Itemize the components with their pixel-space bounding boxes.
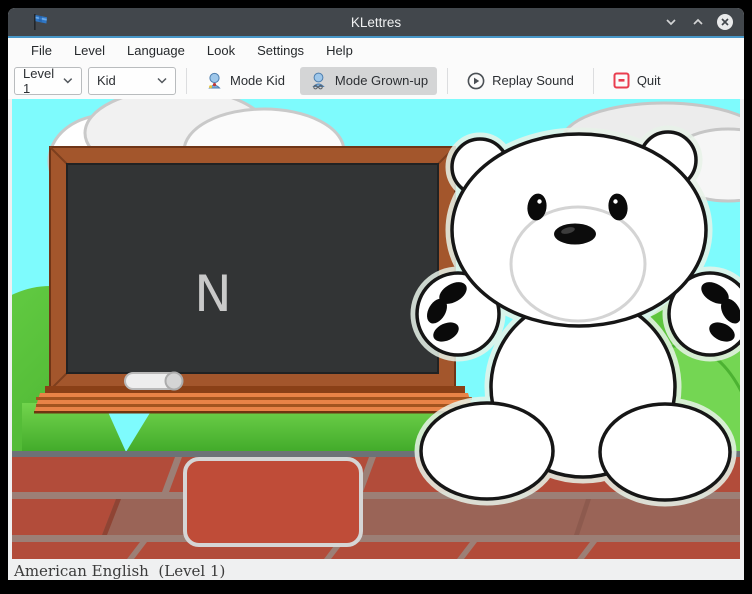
quit-icon bbox=[613, 72, 630, 89]
title-bar: KLettres bbox=[8, 8, 744, 36]
chalk-ledge bbox=[34, 393, 474, 413]
mode-grownup-button[interactable]: Mode Grown-up bbox=[300, 67, 437, 95]
bear-nose bbox=[554, 224, 596, 245]
toolbar-separator bbox=[447, 68, 448, 94]
status-bar: American English (Level 1) bbox=[8, 559, 744, 580]
menu-settings[interactable]: Settings bbox=[248, 41, 313, 60]
kid-icon bbox=[206, 72, 223, 90]
minimize-icon[interactable] bbox=[662, 13, 680, 31]
menu-level[interactable]: Level bbox=[65, 41, 114, 60]
level-combobox[interactable]: Level 1 bbox=[14, 67, 82, 95]
quit-button[interactable]: Quit bbox=[604, 67, 670, 94]
teddy-bear bbox=[417, 132, 740, 500]
menu-language[interactable]: Language bbox=[118, 41, 194, 60]
menu-file[interactable]: File bbox=[22, 41, 61, 60]
chevron-down-icon bbox=[157, 77, 167, 84]
menu-bar: File Level Language Look Settings Help bbox=[8, 38, 744, 62]
chalk bbox=[125, 373, 183, 390]
bear-foot-left bbox=[421, 403, 553, 499]
letter-input[interactable] bbox=[183, 457, 363, 547]
toolbar: Level 1 Kid Mode Kid Mod bbox=[8, 62, 744, 99]
toolbar-separator bbox=[186, 68, 187, 94]
menu-help[interactable]: Help bbox=[317, 41, 362, 60]
mode-kid-button[interactable]: Mode Kid bbox=[197, 67, 294, 95]
play-icon bbox=[467, 72, 485, 90]
menu-look[interactable]: Look bbox=[198, 41, 244, 60]
close-icon[interactable] bbox=[716, 13, 734, 31]
blackboard: N bbox=[34, 147, 474, 414]
toolbar-separator bbox=[593, 68, 594, 94]
window-title: KLettres bbox=[8, 15, 744, 30]
grownup-icon bbox=[309, 72, 328, 90]
current-letter: N bbox=[194, 265, 231, 323]
app-window: KLettres File Level Language Look Settin… bbox=[8, 8, 744, 580]
maximize-icon[interactable] bbox=[689, 13, 707, 31]
replay-sound-button[interactable]: Replay Sound bbox=[458, 67, 583, 95]
classroom-scene: N bbox=[12, 99, 740, 559]
bear-foot-right bbox=[600, 404, 730, 500]
chevron-down-icon bbox=[63, 77, 73, 84]
status-text: American English (Level 1) bbox=[14, 562, 225, 580]
content-frame: N bbox=[8, 99, 744, 559]
mode-combobox[interactable]: Kid bbox=[88, 67, 176, 95]
scene-graphics: N bbox=[12, 99, 740, 559]
ledge-lip bbox=[45, 386, 465, 393]
